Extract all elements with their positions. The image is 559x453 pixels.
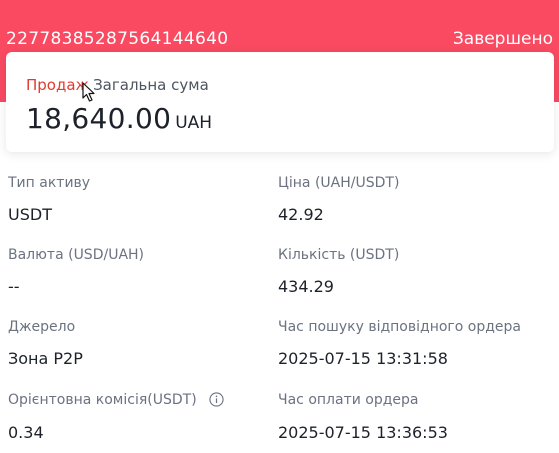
total-amount-label: Загальна сума: [93, 76, 209, 94]
summary-label-row: Продаж Загальна сума: [26, 76, 209, 94]
total-amount-row: 18,640.00 UAH: [26, 102, 212, 135]
price-label: Ціна (UAH/USDT): [278, 175, 400, 191]
fee-label-row: Орієнтовна комісія(USDT): [8, 392, 224, 408]
price-value: 42.92: [278, 205, 324, 224]
currency-pair-label: Валюта (USD/UAH): [8, 247, 145, 263]
total-amount-currency: UAH: [175, 113, 213, 133]
payment-time-label: Час оплати ордера: [278, 392, 419, 408]
order-id: 22778385287564144640: [6, 29, 229, 49]
match-time-label: Час пошуку відповідного ордера: [278, 319, 521, 335]
order-status: Завершено: [452, 29, 553, 49]
asset-type-value: USDT: [8, 205, 52, 224]
match-time-value: 2025-07-15 13:31:58: [278, 349, 448, 368]
source-label: Джерело: [8, 319, 76, 335]
mouse-cursor-icon: [82, 82, 95, 102]
info-icon[interactable]: [209, 392, 224, 407]
order-details-page: 22778385287564144640 Завершено Продаж Заг…: [0, 0, 559, 453]
fee-label: Орієнтовна комісія(USDT): [8, 392, 197, 408]
quantity-value: 434.29: [278, 277, 334, 296]
total-amount-value: 18,640.00: [26, 102, 172, 135]
payment-time-value: 2025-07-15 13:36:53: [278, 423, 448, 442]
fee-value: 0.34: [8, 423, 44, 442]
currency-pair-value: --: [8, 277, 20, 296]
order-side-label: Продаж: [26, 76, 90, 94]
order-summary-card: Продаж Загальна сума 18,640.00 UAH: [6, 52, 554, 152]
quantity-label: Кількість (USDT): [278, 247, 400, 263]
asset-type-label: Тип активу: [8, 175, 91, 191]
source-value: Зона P2P: [8, 349, 83, 368]
